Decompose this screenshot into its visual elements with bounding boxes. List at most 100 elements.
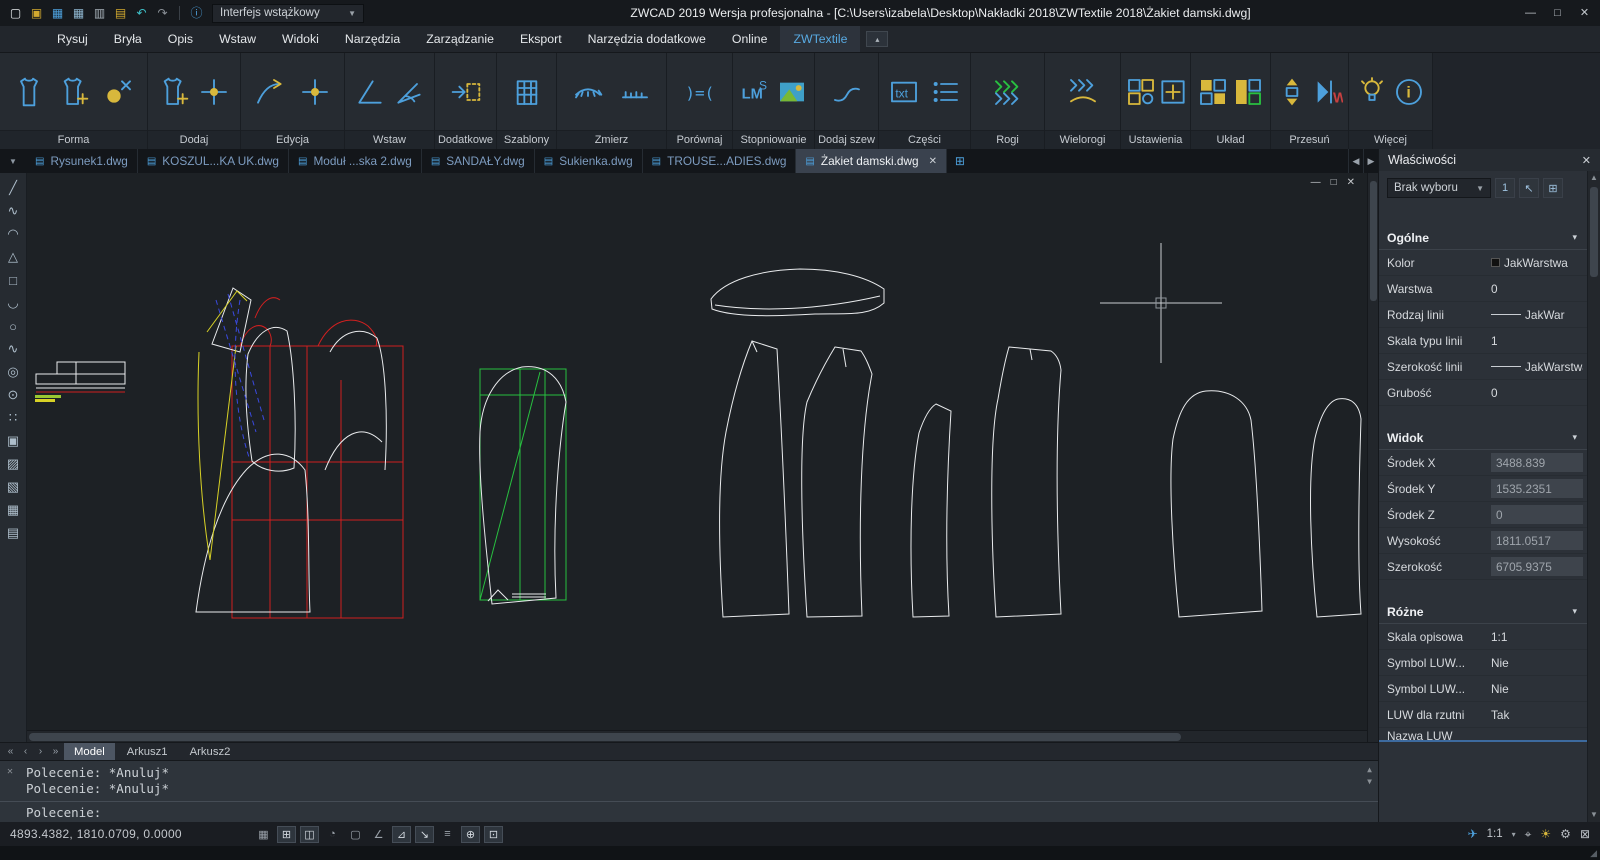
minimize-button[interactable]: —	[1517, 2, 1544, 24]
pattern-undersleeve[interactable]	[1311, 399, 1361, 617]
layout-tiles2-icon[interactable]	[1231, 69, 1267, 115]
play-icon[interactable]: W	[1310, 69, 1345, 115]
rectangle-tool-icon[interactable]: □	[2, 269, 25, 291]
property-value[interactable]: 1811.0517	[1491, 531, 1583, 550]
new-file-icon[interactable]: ▢	[6, 3, 25, 23]
move-icon[interactable]	[1275, 69, 1310, 115]
table-tool-icon[interactable]: ▤	[2, 522, 25, 544]
last-layout-icon[interactable]: »	[49, 746, 62, 757]
pick-one-icon[interactable]: 1	[1495, 178, 1515, 198]
tab-close-icon[interactable]: ✕	[929, 156, 937, 167]
command-prompt[interactable]: Polecenie:	[26, 805, 101, 821]
snap-toggle-icon[interactable]: ⊞	[277, 826, 296, 843]
doc-tab-sandały.dwg[interactable]: ▤SANDAŁY.dwg	[422, 149, 535, 173]
pattern-back-panel[interactable]	[992, 347, 1061, 617]
send-feedback-icon[interactable]: ✈	[1468, 827, 1478, 841]
scroll-down-icon[interactable]: ▼	[1590, 808, 1598, 822]
parts-list-icon[interactable]	[926, 69, 964, 115]
doc-tab-rysunek1.dwg[interactable]: ▤Rysunek1.dwg	[26, 149, 138, 173]
legend-block[interactable]	[36, 362, 125, 388]
ellipse-tool-icon[interactable]: ⊙	[2, 384, 25, 406]
menu-tab-zarządzanie[interactable]: Zarządzanie	[413, 26, 507, 52]
close-button[interactable]: ✕	[1571, 2, 1598, 24]
save-all-icon[interactable]: ▦	[69, 3, 88, 23]
next-layout-icon[interactable]: ›	[34, 746, 47, 757]
pattern-sleeve[interactable]	[1171, 391, 1262, 617]
layout-tab-model[interactable]: Model	[64, 743, 115, 760]
menu-tab-online[interactable]: Online	[719, 26, 781, 52]
compare-icon[interactable]: )=(	[681, 69, 719, 115]
settings-panels-icon[interactable]	[1125, 69, 1157, 115]
pattern-sleeve-white-overlay[interactable]	[480, 367, 566, 604]
resize-grip-icon[interactable]: ◢	[1590, 848, 1597, 859]
circle-tool-icon[interactable]: ○	[2, 315, 25, 337]
tab-scroll-right-icon[interactable]: ▶	[1363, 149, 1378, 173]
scroll-up-icon[interactable]: ▲	[1590, 171, 1598, 185]
section-header-widok[interactable]: Widok▾	[1379, 426, 1587, 450]
lineweight-toggle-icon[interactable]: ⊿	[392, 826, 411, 843]
properties-scroll-thumb[interactable]	[1590, 187, 1598, 277]
new-document-icon[interactable]: ⊞	[947, 149, 973, 173]
shape-vest-icon[interactable]	[10, 69, 48, 115]
pattern-collar[interactable]	[711, 269, 884, 316]
quick-select-icon[interactable]: ↖	[1519, 178, 1539, 198]
region-tool-icon[interactable]: ▣	[2, 430, 25, 452]
menu-tab-eksport[interactable]: Eksport	[507, 26, 575, 52]
property-value[interactable]: 6705.9375	[1491, 557, 1583, 576]
measure-ruler-icon[interactable]	[616, 69, 654, 115]
hatch-tool-icon[interactable]: ▨	[2, 453, 25, 475]
seam-icon[interactable]	[828, 69, 866, 115]
pattern-side-panel[interactable]	[802, 347, 872, 617]
preview-icon[interactable]: ▤	[111, 3, 130, 23]
fullscreen-icon[interactable]: ⊠	[1580, 827, 1590, 842]
insert-angle-icon[interactable]	[351, 69, 389, 115]
shape-point-icon[interactable]	[99, 69, 137, 115]
annotation-toggle-icon[interactable]: ⊕	[461, 826, 480, 843]
info-icon[interactable]: ⓘ	[187, 3, 206, 23]
settings-gear-icon[interactable]: ⚙	[1560, 827, 1571, 842]
grid-toggle-icon[interactable]: ▦	[254, 826, 273, 843]
point-tool-icon[interactable]: ∷	[2, 407, 25, 429]
section-header-ogólne[interactable]: Ogólne▾	[1379, 226, 1587, 250]
menu-tab-narzędzia[interactable]: Narzędzia	[332, 26, 413, 52]
pattern-white-pieces-left[interactable]	[196, 288, 386, 612]
shape-vest-edit-icon[interactable]	[55, 69, 93, 115]
ortho-toggle-icon[interactable]: ◫	[300, 826, 319, 843]
pattern-narrow-panel[interactable]	[911, 404, 951, 617]
doc-close-icon[interactable]: ✕	[1347, 177, 1355, 188]
line-tool-icon[interactable]: ╱	[2, 177, 25, 199]
property-value[interactable]: 3488.839	[1491, 453, 1583, 472]
pattern-blue-dashed-lines[interactable]	[216, 294, 264, 460]
more-bulb-icon[interactable]	[1353, 69, 1391, 115]
doc-tab-sukienka.dwg[interactable]: ▤Sukienka.dwg	[535, 149, 643, 173]
edit-pin-icon[interactable]	[296, 69, 334, 115]
menu-tab-widoki[interactable]: Widoki	[269, 26, 332, 52]
undo-icon[interactable]: ↶	[132, 3, 151, 23]
isolate-icon[interactable]: ☀	[1540, 827, 1551, 842]
esnap-toggle-icon[interactable]: ▢	[346, 826, 365, 843]
vscroll-thumb[interactable]	[1370, 181, 1377, 301]
pattern-front-panel[interactable]	[720, 341, 789, 617]
menu-tab-bryła[interactable]: Bryła	[101, 26, 155, 52]
pattern-red-grid[interactable]	[232, 298, 403, 618]
workspace-toggle-icon[interactable]: ⊡	[484, 826, 503, 843]
workspace-dropdown[interactable]: Interfejs wstążkowy ▼	[212, 4, 364, 23]
grading-image-icon[interactable]	[774, 69, 811, 115]
chevron-down-icon[interactable]: ▾	[1512, 830, 1516, 839]
parts-text-icon[interactable]: txt	[885, 69, 923, 115]
doc-restore-icon[interactable]: □	[1331, 177, 1337, 188]
settings-target-icon[interactable]	[1157, 69, 1189, 115]
grading-icon[interactable]: LMS	[737, 69, 774, 115]
edit-curve-icon[interactable]	[251, 69, 289, 115]
grid-tool-icon[interactable]: ▦	[2, 499, 25, 521]
insert-protractor-icon[interactable]	[390, 69, 428, 115]
layout-tab-arkusz1[interactable]: Arkusz1	[117, 743, 178, 760]
model-canvas[interactable]: —□✕	[27, 173, 1367, 730]
pickbox-icon[interactable]: ⌖	[1525, 827, 1532, 842]
arc-tool-icon[interactable]: ◠	[2, 223, 25, 245]
first-layout-icon[interactable]: «	[4, 746, 17, 757]
menu-tab-zwtextile[interactable]: ZWTextile	[780, 26, 860, 52]
extras-icon[interactable]	[447, 69, 485, 115]
pattern-green-block[interactable]	[480, 369, 566, 600]
doc-tab-żakiet-damski.dwg[interactable]: ▤Żakiet damski.dwg✕	[796, 149, 947, 173]
